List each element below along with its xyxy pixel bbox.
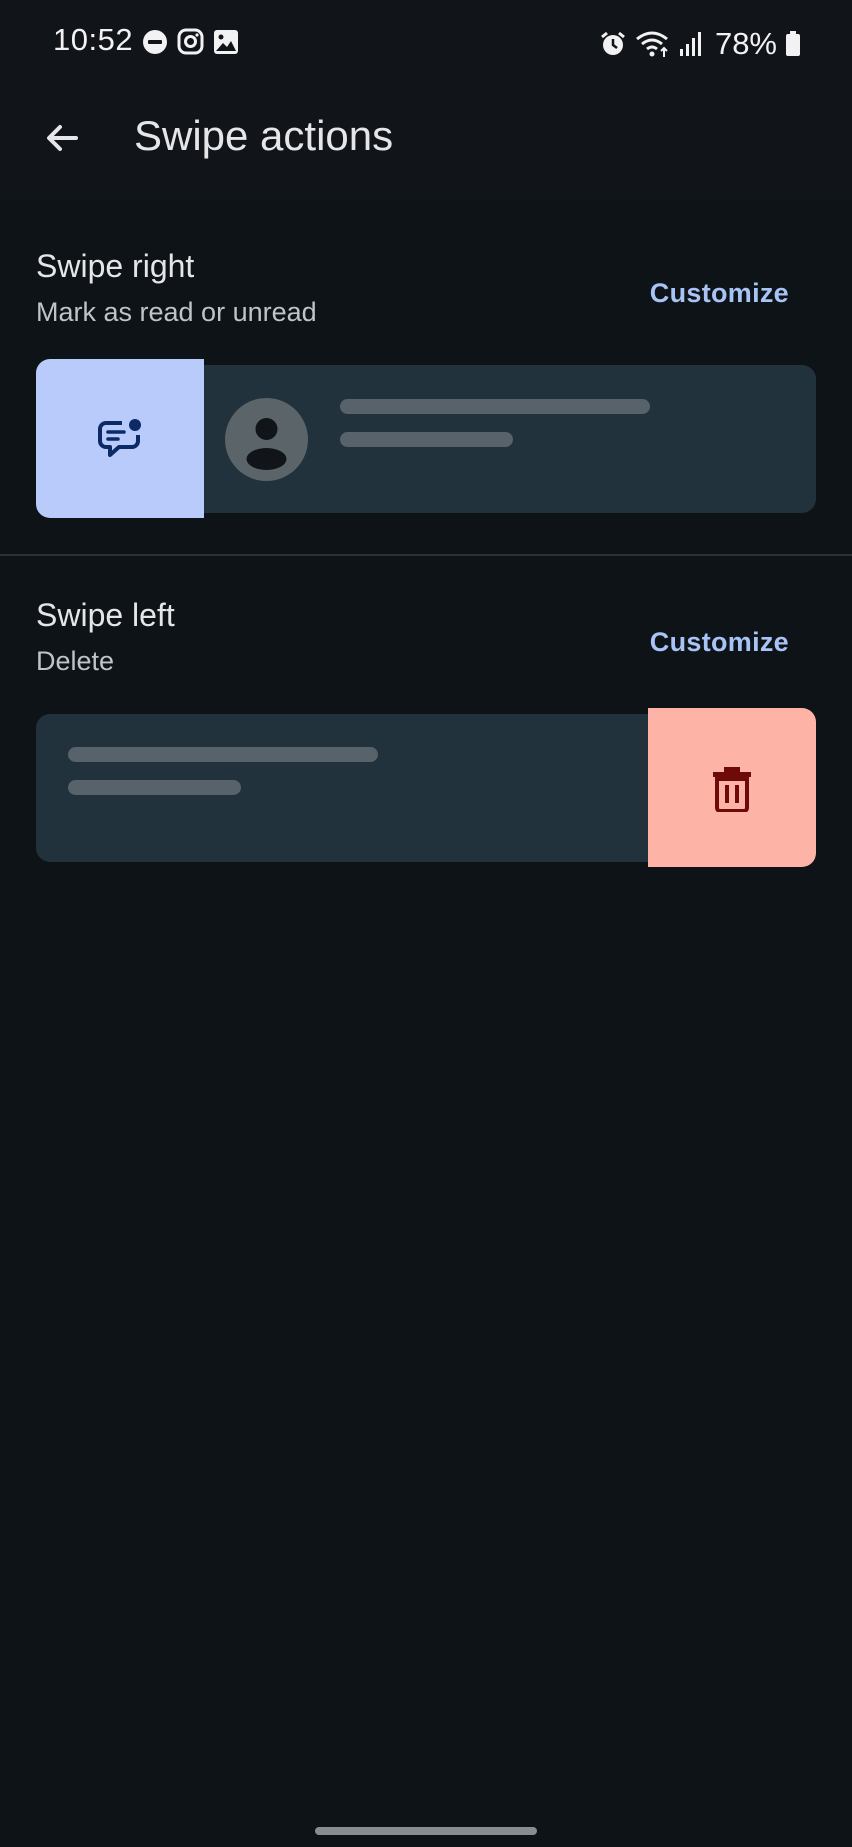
back-arrow-icon	[42, 118, 82, 158]
back-button[interactable]	[30, 106, 94, 170]
preview-line-short	[68, 780, 241, 795]
avatar	[225, 398, 308, 481]
swipe-left-title: Swipe left	[36, 597, 175, 633]
alarm-icon	[599, 30, 627, 58]
wifi-icon	[635, 30, 671, 58]
swipe-right-title: Swipe right	[36, 248, 195, 284]
preview-line-long	[68, 747, 378, 762]
preview-line-long	[340, 399, 650, 414]
preview-line-short	[340, 432, 513, 447]
gallery-icon	[213, 29, 239, 55]
instagram-icon	[177, 28, 204, 55]
app-bar: Swipe actions	[0, 96, 852, 176]
person-icon	[246, 418, 287, 470]
swipe-left-customize-button[interactable]: Customize	[650, 627, 789, 658]
mark-unread-icon	[94, 413, 146, 465]
signal-icon	[679, 31, 703, 57]
status-icons-left	[142, 28, 239, 55]
swipe-left-action-box	[648, 708, 816, 867]
swipe-right-customize-button[interactable]: Customize	[650, 278, 789, 309]
battery-percentage: 78%	[714, 26, 777, 61]
swipe-right-action-box	[36, 359, 204, 518]
status-bar: 10:52 78%	[0, 0, 852, 86]
status-icons-right: 78%	[599, 26, 801, 62]
do-not-disturb-icon	[142, 29, 168, 55]
delete-icon	[710, 764, 754, 812]
navigation-handle[interactable]	[315, 1827, 537, 1835]
battery-icon	[785, 31, 801, 57]
swipe-right-action: Mark as read or unread	[36, 297, 317, 327]
section-divider	[0, 554, 852, 556]
status-time: 10:52	[53, 22, 134, 57]
swipe-left-action: Delete	[36, 646, 115, 676]
page-title: Swipe actions	[134, 112, 394, 159]
